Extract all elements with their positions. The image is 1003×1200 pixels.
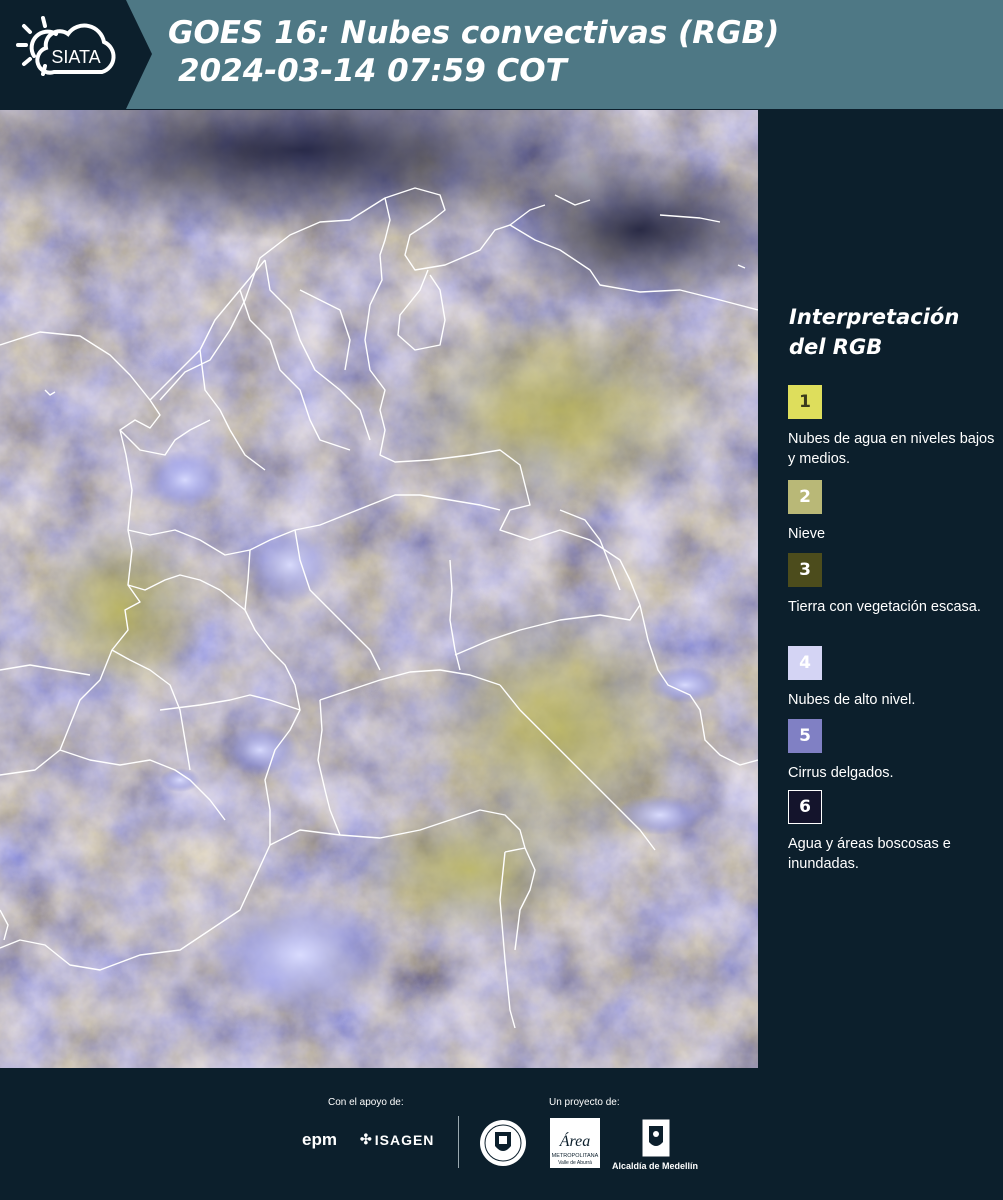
legend-item: 3 Tierra con vegetación escasa. <box>788 553 998 617</box>
legend-item: 4 Nubes de alto nivel. <box>788 646 998 710</box>
footer-divider <box>458 1116 459 1168</box>
legend-swatch: 3 <box>788 553 822 587</box>
isagen-icon: ✣ <box>360 1131 372 1147</box>
title-line-1: GOES 16: Nubes convectivas (RGB) <box>168 15 780 51</box>
isagen-logo: ✣ ISAGEN <box>360 1131 434 1148</box>
header-bar: SIATA GOES 16: Nubes convectivas (RGB) 2… <box>0 0 1003 109</box>
legend-item: 2 Nieve <box>788 480 998 544</box>
legend-panel: Interpretación del RGB 1 Nubes de agua e… <box>760 110 1003 1068</box>
high-cloud <box>615 795 705 835</box>
high-cloud <box>245 525 335 605</box>
legend-swatch: 4 <box>788 646 822 680</box>
page-title: GOES 16: Nubes convectivas (RGB) 2024-03… <box>168 14 779 90</box>
legend-swatch: 1 <box>788 385 822 419</box>
yellow-region <box>350 800 590 940</box>
support-label: Con el apoyo de: <box>328 1097 404 1108</box>
svg-text:Área: Área <box>559 1131 591 1150</box>
legend-label: Agua y áreas boscosas e inundadas. <box>788 836 951 872</box>
area-metropolitana-logo: Área METROPOLITANA Valle de Aburrá <box>550 1118 600 1168</box>
legend-swatch: 6 <box>788 790 822 824</box>
high-cloud <box>210 895 390 1015</box>
legend-item: 6 Agua y áreas boscosas e inundadas. <box>788 790 998 874</box>
legend-label: Nieve <box>788 526 826 542</box>
high-cloud <box>145 450 225 510</box>
legend-swatch: 2 <box>788 480 822 514</box>
legend-label: Tierra con vegetación escasa. <box>788 599 981 615</box>
medellin-seal-icon <box>480 1120 526 1166</box>
legend-item: 5 Cirrus delgados. <box>788 719 998 783</box>
svg-text:METROPOLITANA: METROPOLITANA <box>552 1153 599 1159</box>
legend-swatch: 5 <box>788 719 822 753</box>
legend-item: 1 Nubes de agua en niveles bajos y medio… <box>788 385 998 469</box>
project-label: Un proyecto de: <box>549 1097 620 1108</box>
alcaldia-label: Alcaldía de Medellín <box>612 1161 699 1171</box>
isagen-text: ISAGEN <box>374 1131 435 1148</box>
sun-cloud-icon: SIATA <box>16 16 116 76</box>
legend-label: Nubes de alto nivel. <box>788 692 916 708</box>
logo-text: SIATA <box>51 47 100 67</box>
footer: Con el apoyo de: Un proyecto de: epm ✣ I… <box>0 1068 1003 1200</box>
area-logo-icon: Área METROPOLITANA Valle de Aburrá <box>550 1118 600 1168</box>
high-cloud <box>160 768 200 792</box>
svg-text:Valle de Aburrá: Valle de Aburrá <box>558 1160 592 1166</box>
satellite-map <box>0 110 758 1068</box>
title-line-2: 2024-03-14 07:59 COT <box>178 53 567 89</box>
legend-label: Nubes de agua en niveles bajos y medios. <box>788 431 995 467</box>
epm-logo: epm <box>302 1130 337 1149</box>
legend-label: Cirrus delgados. <box>788 765 894 781</box>
siata-logo: SIATA <box>0 0 152 109</box>
alcaldia-shield-icon <box>641 1118 671 1158</box>
yellow-region <box>30 520 210 700</box>
high-cloud <box>647 667 723 703</box>
yellow-region <box>390 300 730 520</box>
legend-title: Interpretación del RGB <box>789 305 960 359</box>
